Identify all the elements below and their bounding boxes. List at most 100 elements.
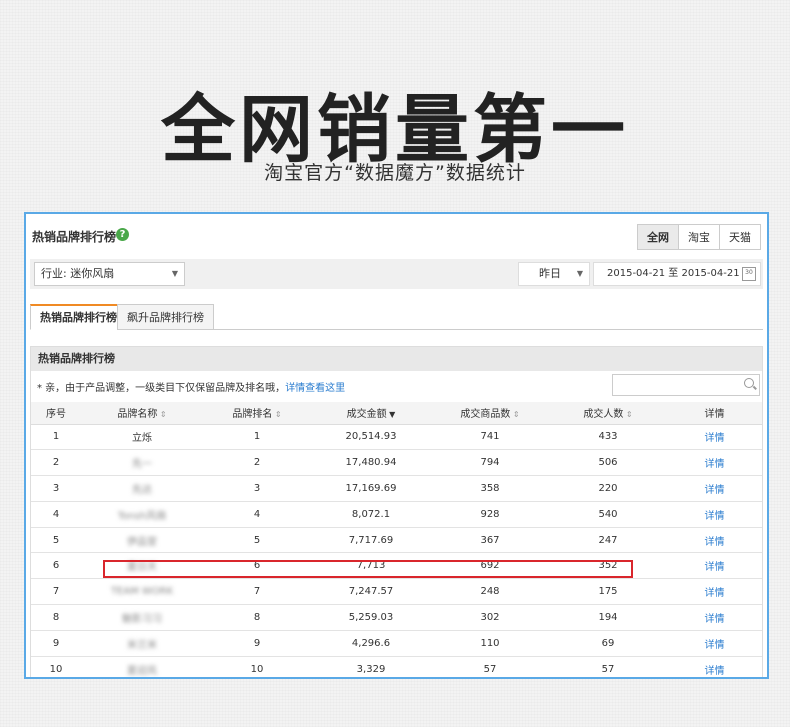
sort-icon: ⇕ (623, 410, 633, 420)
cell-buyers: 433 (549, 424, 667, 451)
tab-taobao[interactable]: 淘宝 (678, 225, 719, 249)
highlight-box (103, 560, 633, 578)
detail-link[interactable]: 详情 (667, 449, 762, 477)
table-row: 9 米兰米 9 4,296.6 110 69 详情 (31, 630, 762, 657)
date-range-text: 2015-04-21 至 2015-04-21 (607, 268, 740, 279)
subtab-hot-brands[interactable]: 热销品牌排行榜 (30, 304, 127, 330)
cell-index: 1 (31, 424, 81, 451)
ranking-panel: 热销品牌排行榜 ? 全网 淘宝 天猫 行业: 迷你风扇 ▼ 昨日 ▼ 2015-… (24, 212, 769, 679)
col-items[interactable]: 成交商品数 ⇕ (431, 402, 549, 425)
filter-bar: 行业: 迷你风扇 ▼ 昨日 ▼ 2015-04-21 至 2015-04-21 … (30, 259, 763, 289)
cell-rank: 3 (203, 475, 311, 502)
col-items-label: 成交商品数 (460, 409, 511, 421)
notice: * 亲，由于产品调整，一级类目下仅保留品牌及排名哦，详情查看这里 (37, 379, 345, 394)
cell-brand: 伊品堂 (81, 527, 203, 554)
col-detail: 详情 (667, 402, 762, 425)
cell-buyers: 175 (549, 578, 667, 606)
table-row: 1 立烁 1 20,514.93 741 433 详情 (31, 424, 762, 451)
detail-link[interactable]: 详情 (667, 424, 762, 451)
col-detail-label: 详情 (704, 409, 725, 421)
table-row: 8 魅影习习 8 5,259.03 302 194 详情 (31, 604, 762, 631)
cell-index: 2 (31, 449, 81, 477)
detail-link[interactable]: 详情 (667, 656, 762, 677)
col-amount[interactable]: 成交金额 ▼ (311, 402, 431, 425)
tab-tmall[interactable]: 天猫 (719, 225, 760, 249)
detail-link[interactable]: 详情 (667, 578, 762, 606)
cell-index: 10 (31, 656, 81, 677)
cell-buyers: 220 (549, 475, 667, 502)
notice-link[interactable]: 详情查看这里 (285, 383, 345, 394)
cell-amount: 20,514.93 (311, 424, 431, 451)
cell-brand: TEAM WORK (81, 578, 203, 606)
cell-index: 4 (31, 501, 81, 528)
cell-amount: 17,169.69 (311, 475, 431, 502)
cell-items: 110 (431, 630, 549, 657)
date-range-input[interactable]: 2015-04-21 至 2015-04-21 30 (593, 262, 761, 286)
table-row: 5 伊品堂 5 7,717.69 367 247 详情 (31, 527, 762, 554)
ranking-table: 序号 品牌名称 ⇕ 品牌排名 ⇕ 成交金额 ▼ 成交商品数 ⇕ 成交人数 ⇕ 详… (31, 402, 762, 677)
cell-items: 367 (431, 527, 549, 554)
cell-brand: 立烁 (81, 424, 203, 451)
cell-items: 57 (431, 656, 549, 677)
cell-brand: 魅影习习 (81, 604, 203, 631)
help-icon[interactable]: ? (116, 228, 129, 241)
col-buyers[interactable]: 成交人数 ⇕ (549, 402, 667, 425)
detail-link[interactable]: 详情 (667, 552, 762, 580)
chevron-down-icon: ▼ (576, 269, 583, 278)
table-header-row: 序号 品牌名称 ⇕ 品牌排名 ⇕ 成交金额 ▼ 成交商品数 ⇕ 成交人数 ⇕ 详… (31, 402, 762, 425)
detail-link[interactable]: 详情 (667, 630, 762, 657)
industry-label: 行业: 迷你风扇 (41, 267, 115, 280)
cell-rank: 8 (203, 604, 311, 631)
period-label: 昨日 (539, 267, 561, 280)
cell-index: 8 (31, 604, 81, 631)
hero-subtitle: 淘宝官方“数据魔方”数据统计 (264, 162, 526, 184)
detail-link[interactable]: 详情 (667, 501, 762, 528)
detail-link[interactable]: 详情 (667, 604, 762, 631)
cell-index: 6 (31, 552, 81, 580)
calendar-icon[interactable]: 30 (742, 267, 756, 281)
cell-amount: 7,247.57 (311, 578, 431, 606)
cell-rank: 5 (203, 527, 311, 554)
table-row: 10 夏迎风 10 3,329 57 57 详情 (31, 656, 762, 677)
table-panel-title: 热销品牌排行榜 (31, 347, 762, 371)
table-row: 4 Tonsh风扇 4 8,072.1 928 540 详情 (31, 501, 762, 528)
cell-buyers: 540 (549, 501, 667, 528)
cell-items: 248 (431, 578, 549, 606)
cell-rank: 4 (203, 501, 311, 528)
ranking-table-panel: 热销品牌排行榜 * 亲，由于产品调整，一级类目下仅保留品牌及排名哦，详情查看这里… (30, 346, 763, 677)
table-row: 7 TEAM WORK 7 7,247.57 248 175 详情 (31, 578, 762, 606)
search-icon[interactable] (744, 378, 754, 388)
subtab-rising-brands[interactable]: 飙升品牌排行榜 (117, 304, 214, 330)
sort-icon: ⇕ (157, 410, 167, 420)
panel-title: 热销品牌排行榜 (32, 230, 117, 244)
cell-rank: 2 (203, 449, 311, 477)
detail-link[interactable]: 详情 (667, 475, 762, 502)
col-amount-label: 成交金额 (346, 409, 387, 421)
cell-items: 794 (431, 449, 549, 477)
detail-link[interactable]: 详情 (667, 527, 762, 554)
cell-rank: 1 (203, 424, 311, 451)
range-tabs: 全网 淘宝 天猫 (637, 224, 761, 250)
search-input[interactable] (612, 374, 760, 396)
cell-amount: 3,329 (311, 656, 431, 677)
col-rank-label: 品牌排名 (232, 409, 273, 421)
cell-amount: 7,717.69 (311, 527, 431, 554)
cell-buyers: 247 (549, 527, 667, 554)
col-brand[interactable]: 品牌名称 ⇕ (81, 402, 203, 425)
col-rank[interactable]: 品牌排名 ⇕ (203, 402, 311, 425)
cell-rank: 10 (203, 656, 311, 677)
industry-select[interactable]: 行业: 迷你风扇 ▼ (34, 262, 185, 286)
cell-brand: 先达 (81, 475, 203, 502)
tab-all-network[interactable]: 全网 (638, 225, 678, 249)
cell-items: 358 (431, 475, 549, 502)
table-row: 3 先达 3 17,169.69 358 220 详情 (31, 475, 762, 502)
cell-amount: 5,259.03 (311, 604, 431, 631)
cell-index: 9 (31, 630, 81, 657)
col-buyers-label: 成交人数 (583, 409, 624, 421)
cell-buyers: 69 (549, 630, 667, 657)
period-select[interactable]: 昨日 ▼ (518, 262, 590, 286)
cell-items: 302 (431, 604, 549, 631)
cell-items: 741 (431, 424, 549, 451)
notice-text: * 亲，由于产品调整，一级类目下仅保留品牌及排名哦， (37, 383, 286, 394)
cell-brand: 先一 (81, 449, 203, 477)
